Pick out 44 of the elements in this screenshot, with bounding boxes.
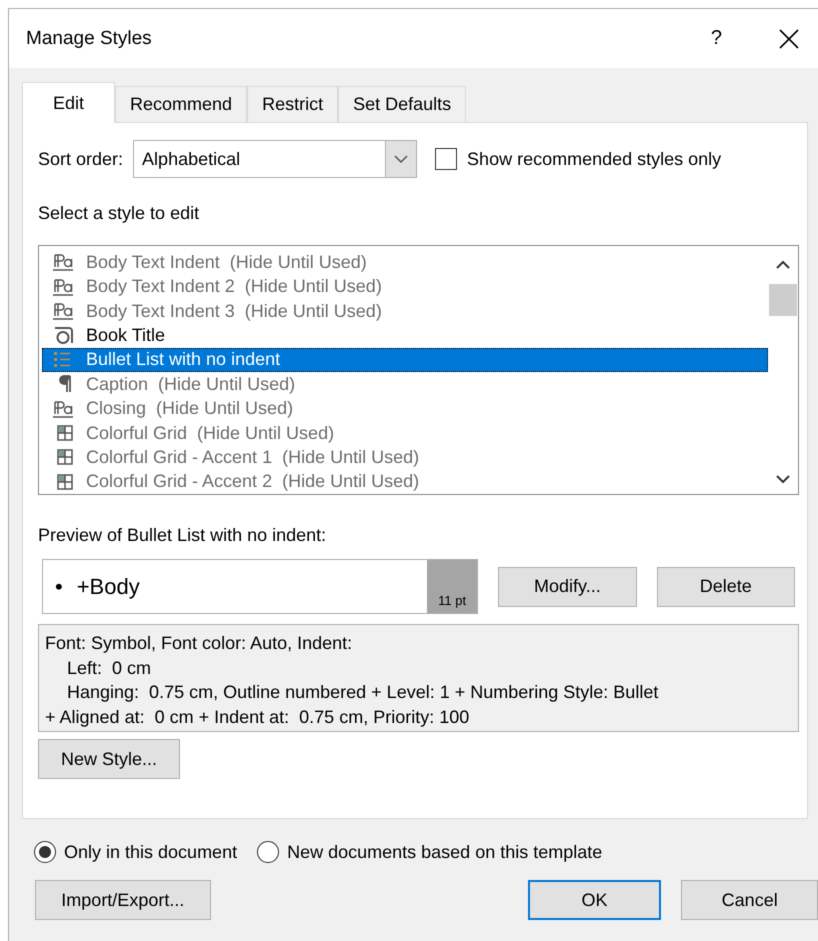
- tab[interactable]: Edit: [22, 82, 116, 123]
- checkbox-label: Show recommended styles only: [467, 148, 722, 170]
- dialog-button[interactable]: Import/Export...: [35, 880, 211, 920]
- style-list-item[interactable]: Colorful Grid - Accent 1 (Hide Until Used): [42, 445, 768, 470]
- style-list-item[interactable]: Closing (Hide Until Used): [42, 396, 768, 421]
- dialog-button[interactable]: OK: [528, 880, 662, 920]
- style-list-item[interactable]: Bullet List with no indent: [42, 348, 768, 372]
- style-list-item[interactable]: Body Text Indent 3 (Hide Until Used): [42, 298, 768, 324]
- action-button[interactable]: Delete: [656, 566, 795, 606]
- close-icon[interactable]: [778, 28, 800, 50]
- scrollbar-thumb[interactable]: [769, 284, 797, 316]
- radio-label: New documents based on this template: [287, 842, 602, 862]
- caret-icon: [394, 155, 408, 163]
- radio-button[interactable]: [257, 841, 280, 863]
- description-line: Font: Symbol, Font color: Auto, Indent:: [45, 632, 354, 655]
- description-line: Hanging: 0.75 cm, Outline numbered + Level: 1 + Numbering Style: Bullet: [66, 681, 660, 704]
- list-label: Select a style to edit: [38, 203, 200, 224]
- style-list-item[interactable]: Caption (Hide Until Used): [42, 372, 768, 396]
- font-size-label: 11 pt: [427, 560, 478, 613]
- window-title: Manage Styles: [26, 28, 153, 50]
- style-list-item[interactable]: Colorful Grid - Accent 2 (Hide Until Used): [42, 470, 768, 494]
- description-line: Left: 0 cm: [66, 656, 152, 680]
- scroll-up-icon[interactable]: [776, 260, 790, 270]
- checkbox[interactable]: [435, 148, 458, 170]
- action-button[interactable]: Modify...: [498, 566, 637, 606]
- bullet: •: [54, 574, 63, 600]
- style-list-item[interactable]: Body Text Indent 2 (Hide Until Used): [42, 274, 768, 299]
- sort-order-label: Sort order:: [38, 148, 124, 170]
- help-button[interactable]: ?: [710, 27, 722, 50]
- preview-text: +Body: [76, 574, 141, 600]
- dialog-button[interactable]: Cancel: [681, 880, 818, 920]
- description-line: + Aligned at: 0 cm + Indent at: 0.75 cm, Priority: 100: [45, 706, 470, 729]
- tab[interactable]: Set Defaults: [338, 86, 466, 122]
- scroll-down-icon[interactable]: [776, 474, 790, 484]
- tab[interactable]: Restrict: [247, 86, 338, 122]
- style-list-item[interactable]: Book Title: [42, 323, 768, 348]
- radio-label: Only in this document: [64, 842, 238, 862]
- tab[interactable]: Recommend: [115, 86, 248, 122]
- radio-button[interactable]: [34, 841, 56, 863]
- style-list-item[interactable]: Body Text Indent (Hide Until Used): [42, 250, 768, 274]
- sort-order-dropdown[interactable]: Alphabetical: [133, 140, 418, 178]
- new-style-button[interactable]: New Style...: [38, 739, 180, 779]
- preview-label: Preview of Bullet List with no indent:: [38, 525, 328, 546]
- style-list-item[interactable]: Colorful Grid (Hide Until Used): [42, 420, 768, 446]
